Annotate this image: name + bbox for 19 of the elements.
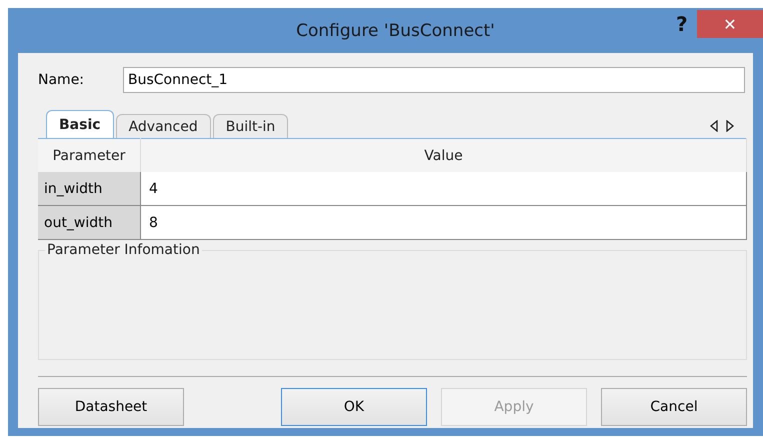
value-cell[interactable]: 4 [140,172,746,206]
right-arrow-icon[interactable] [725,120,735,132]
parameter-name-cell: in_width [38,172,140,206]
dialog-button[interactable]: Datasheet [38,388,184,426]
dialog-button[interactable]: Cancel [601,388,747,426]
name-field[interactable]: BusConnect_1 [123,67,745,93]
name-label: Name: [38,72,86,88]
help-button[interactable]: ? [676,12,688,36]
value-cell[interactable]: 8 [140,206,746,240]
tab[interactable]: Basic [46,110,114,138]
tab[interactable]: Advanced [116,114,211,138]
column-header: Parameter [38,138,140,172]
dialog-button[interactable]: OK [281,388,427,426]
tab[interactable]: Built-in [212,114,288,138]
parameter-name-cell: out_width [38,206,140,240]
left-arrow-icon[interactable] [709,120,719,132]
column-header: Value [140,138,746,172]
window-title: Configure 'BusConnect' [296,20,495,40]
close-button[interactable]: ✕ [697,10,763,38]
